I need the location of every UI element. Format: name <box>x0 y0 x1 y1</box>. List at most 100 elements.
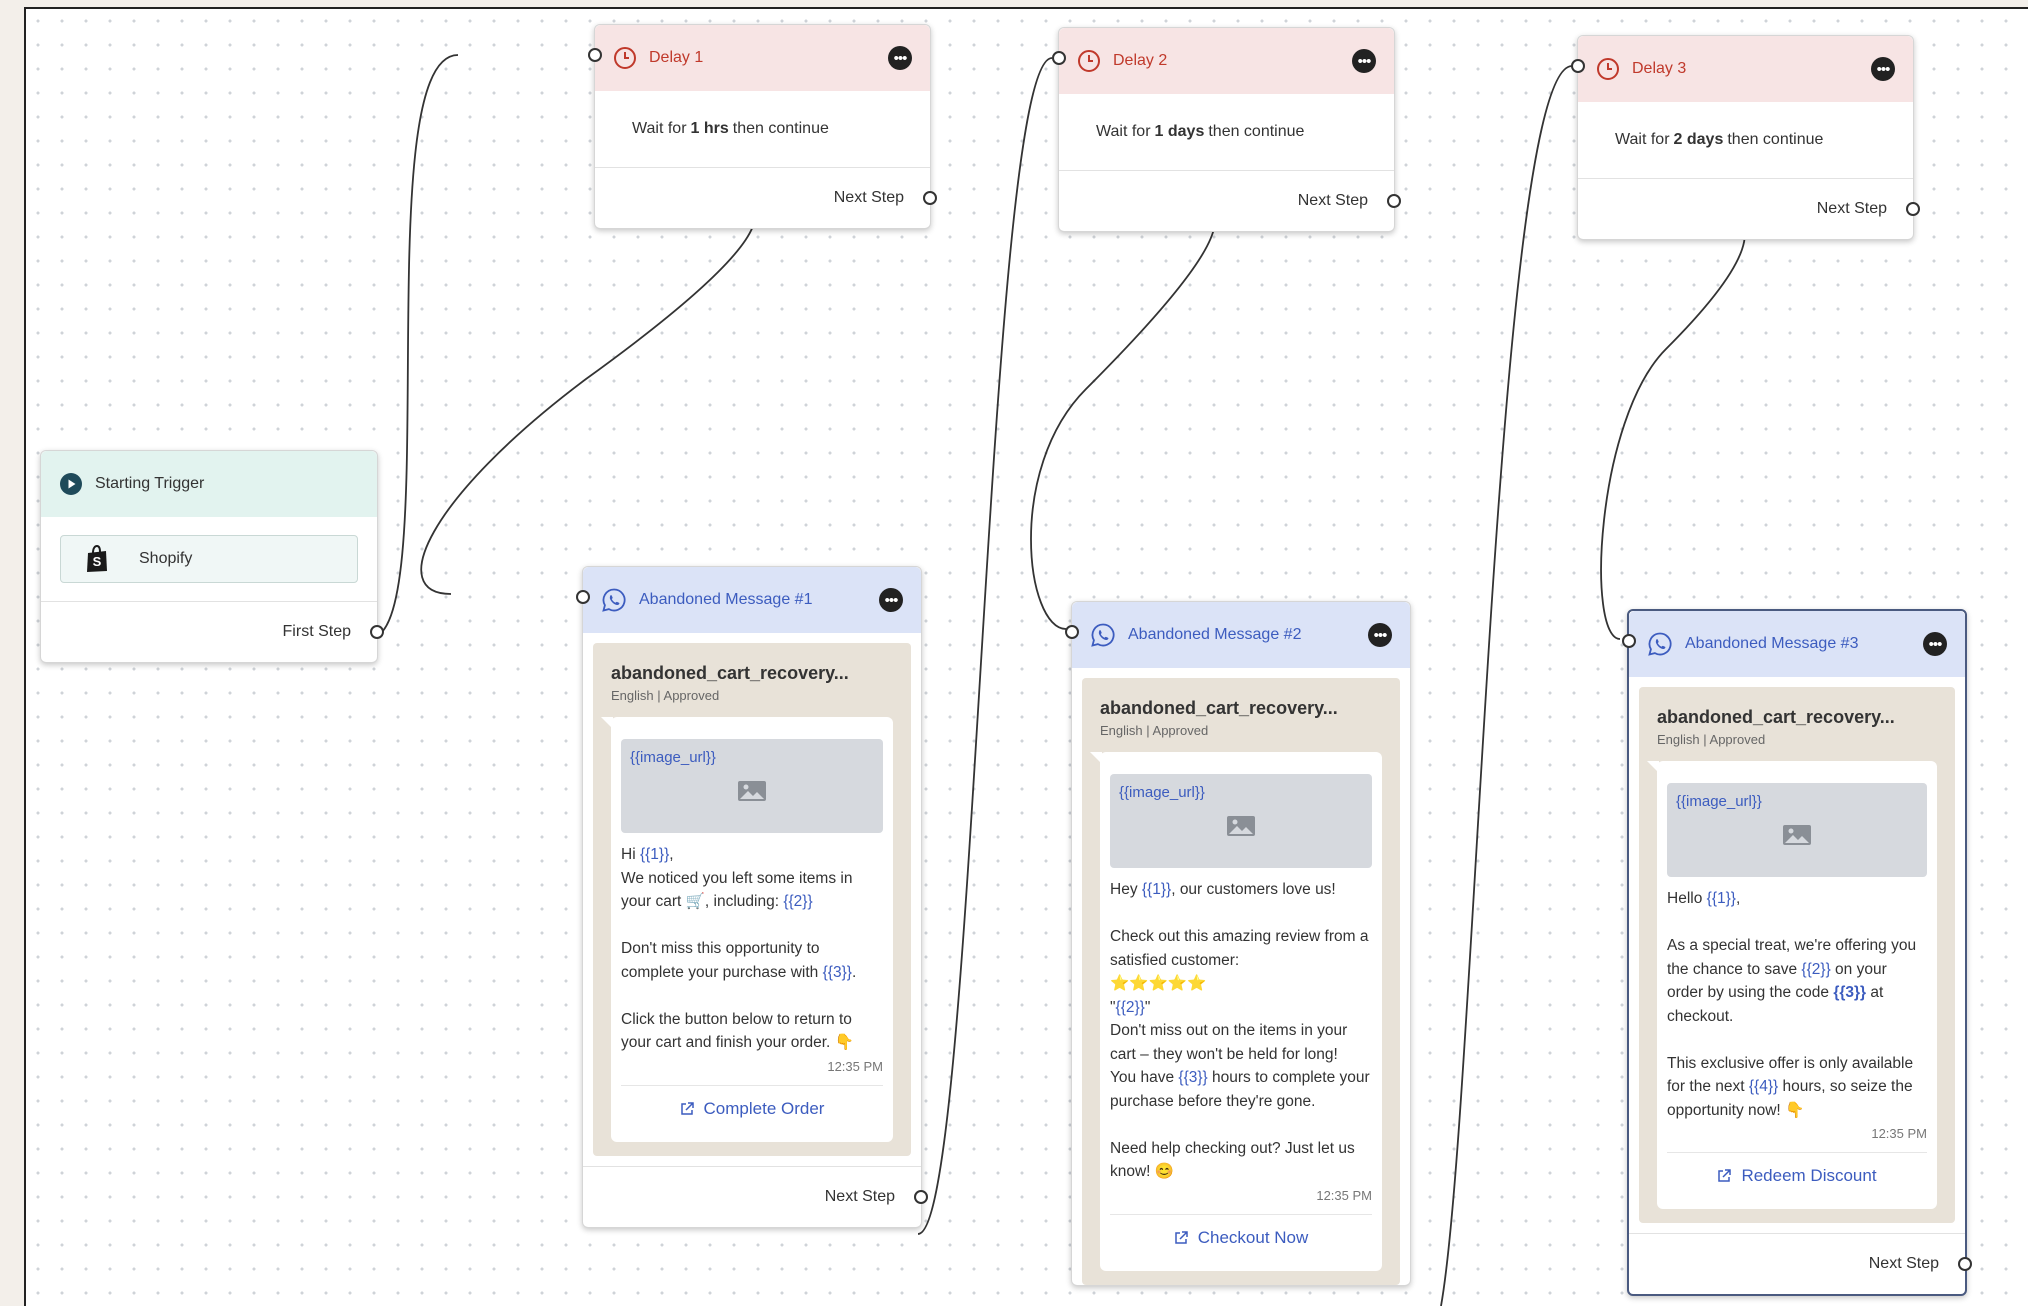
image-icon <box>1227 816 1255 836</box>
template-name: abandoned_cart_recovery... <box>1100 698 1338 718</box>
next-step-handle[interactable] <box>1906 202 1920 216</box>
input-handle[interactable] <box>576 590 590 604</box>
message-bubble: {{image_url}} Hello {{1}}, As a special … <box>1647 761 1937 1209</box>
external-link-icon <box>680 1101 694 1115</box>
image-variable: {{image_url}} <box>1676 793 1762 810</box>
delay-node-1[interactable]: Delay 1 ••• Wait for 1 hrs then continue N… <box>588 24 937 229</box>
delay-body: Wait for 2 days then continue <box>1578 102 1913 179</box>
message-header: Abandoned Message #3 ••• <box>1629 611 1965 677</box>
next-step-handle[interactable] <box>914 1189 928 1204</box>
complete-order-button[interactable]: Complete Order <box>621 1084 883 1132</box>
abandoned-message-node-2[interactable]: Abandoned Message #2 ••• abandoned_cart_… <box>1065 601 1411 1286</box>
shopify-source[interactable]: S Shopify <box>60 535 358 583</box>
delay-footer: Next Step <box>595 168 937 228</box>
trigger-footer: First Step <box>41 602 384 662</box>
delay-suffix: then continue <box>1727 131 1824 148</box>
message-title: Abandoned Message #3 <box>1685 635 1859 652</box>
template-meta: English | Approved <box>1100 723 1209 738</box>
delay-node-header: Delay 3 ••• <box>1578 36 1913 102</box>
starting-trigger-node[interactable]: Starting Trigger S Shopify First Step <box>40 450 384 663</box>
edge-trigger-to-delay1 <box>369 54 459 639</box>
abandoned-message-node-1[interactable]: Abandoned Message #1 ••• abandoned_cart_… <box>576 566 928 1228</box>
next-step-label: Next Step <box>1297 192 1368 209</box>
delay-title: Delay 1 <box>649 49 704 66</box>
image-variable: {{image_url}} <box>630 749 716 766</box>
message-text: Hi {{1}}, We noticed you left some items… <box>621 846 857 1051</box>
more-options-button[interactable]: ••• <box>1871 57 1895 81</box>
input-handle[interactable] <box>1065 625 1079 639</box>
template-meta: English | Approved <box>611 688 720 703</box>
delay-prefix: Wait for <box>1615 131 1670 148</box>
image-variable: {{image_url}} <box>1119 784 1205 801</box>
input-handle[interactable] <box>1571 59 1585 73</box>
next-step-label: Next Step <box>1868 1255 1939 1272</box>
message-title: Abandoned Message #2 <box>1128 626 1302 643</box>
delay-node-header: Delay 1 ••• <box>595 25 930 91</box>
clock-icon <box>1597 58 1619 80</box>
template-name: abandoned_cart_recovery... <box>1657 707 1895 727</box>
flow-canvas[interactable]: Delay 1 ••• Wait for 1 hrs then continue N… <box>24 7 2028 1306</box>
more-options-button[interactable]: ••• <box>879 588 903 612</box>
image-placeholder: {{image_url}} <box>1110 774 1372 868</box>
edge-delay1-to-msg1 <box>420 198 756 595</box>
delay-title: Delay 3 <box>1632 60 1687 77</box>
more-options-button[interactable]: ••• <box>1352 49 1376 73</box>
delay-body: Wait for 1 hrs then continue <box>595 91 930 168</box>
template-name: abandoned_cart_recovery... <box>611 663 849 683</box>
template-variable: {{1}} <box>1141 881 1172 898</box>
input-handle[interactable] <box>588 48 602 62</box>
template-variable: {{3}} <box>1178 1069 1208 1086</box>
svg-text:S: S <box>93 554 102 569</box>
delay-prefix: Wait for <box>1096 123 1151 140</box>
delay-footer: Next Step <box>1059 171 1401 231</box>
trigger-header: Starting Trigger <box>41 451 377 517</box>
trigger-body: S Shopify <box>41 535 377 602</box>
trigger-title: Starting Trigger <box>95 475 205 492</box>
message-header: Abandoned Message #1 ••• <box>583 567 921 633</box>
message-text: Hello {{1}}, As a special treat, we're o… <box>1667 890 1917 1119</box>
delay-node-2[interactable]: Delay 2 ••• Wait for 1 days then continue … <box>1052 27 1401 232</box>
redeem-discount-button[interactable]: Redeem Discount <box>1667 1152 1927 1199</box>
cta-label: Complete Order <box>703 1098 825 1118</box>
delay-node-3[interactable]: Delay 3 ••• Wait for 2 days then continue … <box>1571 35 1920 240</box>
template-variable: {{1}} <box>639 846 670 863</box>
delay-node-header: Delay 2 ••• <box>1059 28 1394 94</box>
input-handle[interactable] <box>1622 634 1636 648</box>
cta-label: Redeem Discount <box>1741 1166 1877 1186</box>
checkout-now-button[interactable]: Checkout Now <box>1110 1213 1372 1261</box>
delay-amount: 1 days <box>1154 123 1205 140</box>
message-footer: Next Step <box>583 1165 928 1227</box>
whatsapp-icon <box>1648 632 1672 656</box>
cta-label: Checkout Now <box>1197 1227 1309 1247</box>
more-options-button[interactable]: ••• <box>888 46 912 70</box>
play-icon <box>60 473 82 495</box>
template-variable: {{2}} <box>783 893 813 910</box>
template-variable: {{3}} <box>822 963 852 981</box>
more-options-button[interactable]: ••• <box>1368 623 1392 647</box>
next-step-handle[interactable] <box>1958 1257 1972 1271</box>
image-placeholder: {{image_url}} <box>621 739 883 833</box>
first-step-handle[interactable] <box>370 625 384 639</box>
image-placeholder: {{image_url}} <box>1667 783 1927 877</box>
message-footer: Next Step <box>1629 1233 1972 1294</box>
delay-suffix: then continue <box>732 120 829 137</box>
delay-suffix: then continue <box>1208 123 1305 140</box>
next-step-handle[interactable] <box>1387 194 1401 208</box>
edge-msg2-to-delay3 <box>1440 65 1573 1306</box>
template-variable: {{2}} <box>1115 998 1145 1016</box>
template-variable: {{3}} <box>1833 984 1867 1001</box>
first-step-label: First Step <box>282 623 351 640</box>
input-handle[interactable] <box>1052 51 1066 65</box>
template-variable: {{2}} <box>1801 960 1831 978</box>
clock-icon <box>1078 50 1100 72</box>
next-step-handle[interactable] <box>923 191 937 205</box>
message-time: 12:35 PM <box>827 1058 883 1074</box>
edge-msg1-to-delay2 <box>917 57 1053 1235</box>
message-bubble: {{image_url}} Hi {{1}}, We noticed you l… <box>601 717 893 1142</box>
whatsapp-preview: abandoned_cart_recovery... English | App… <box>1082 678 1400 1285</box>
delay-footer: Next Step <box>1578 179 1920 239</box>
abandoned-message-node-3[interactable]: Abandoned Message #3 ••• abandoned_cart_… <box>1622 609 1972 1296</box>
external-link-icon <box>1718 1169 1732 1182</box>
more-options-button[interactable]: ••• <box>1923 632 1947 656</box>
template-meta: English | Approved <box>1657 732 1766 747</box>
